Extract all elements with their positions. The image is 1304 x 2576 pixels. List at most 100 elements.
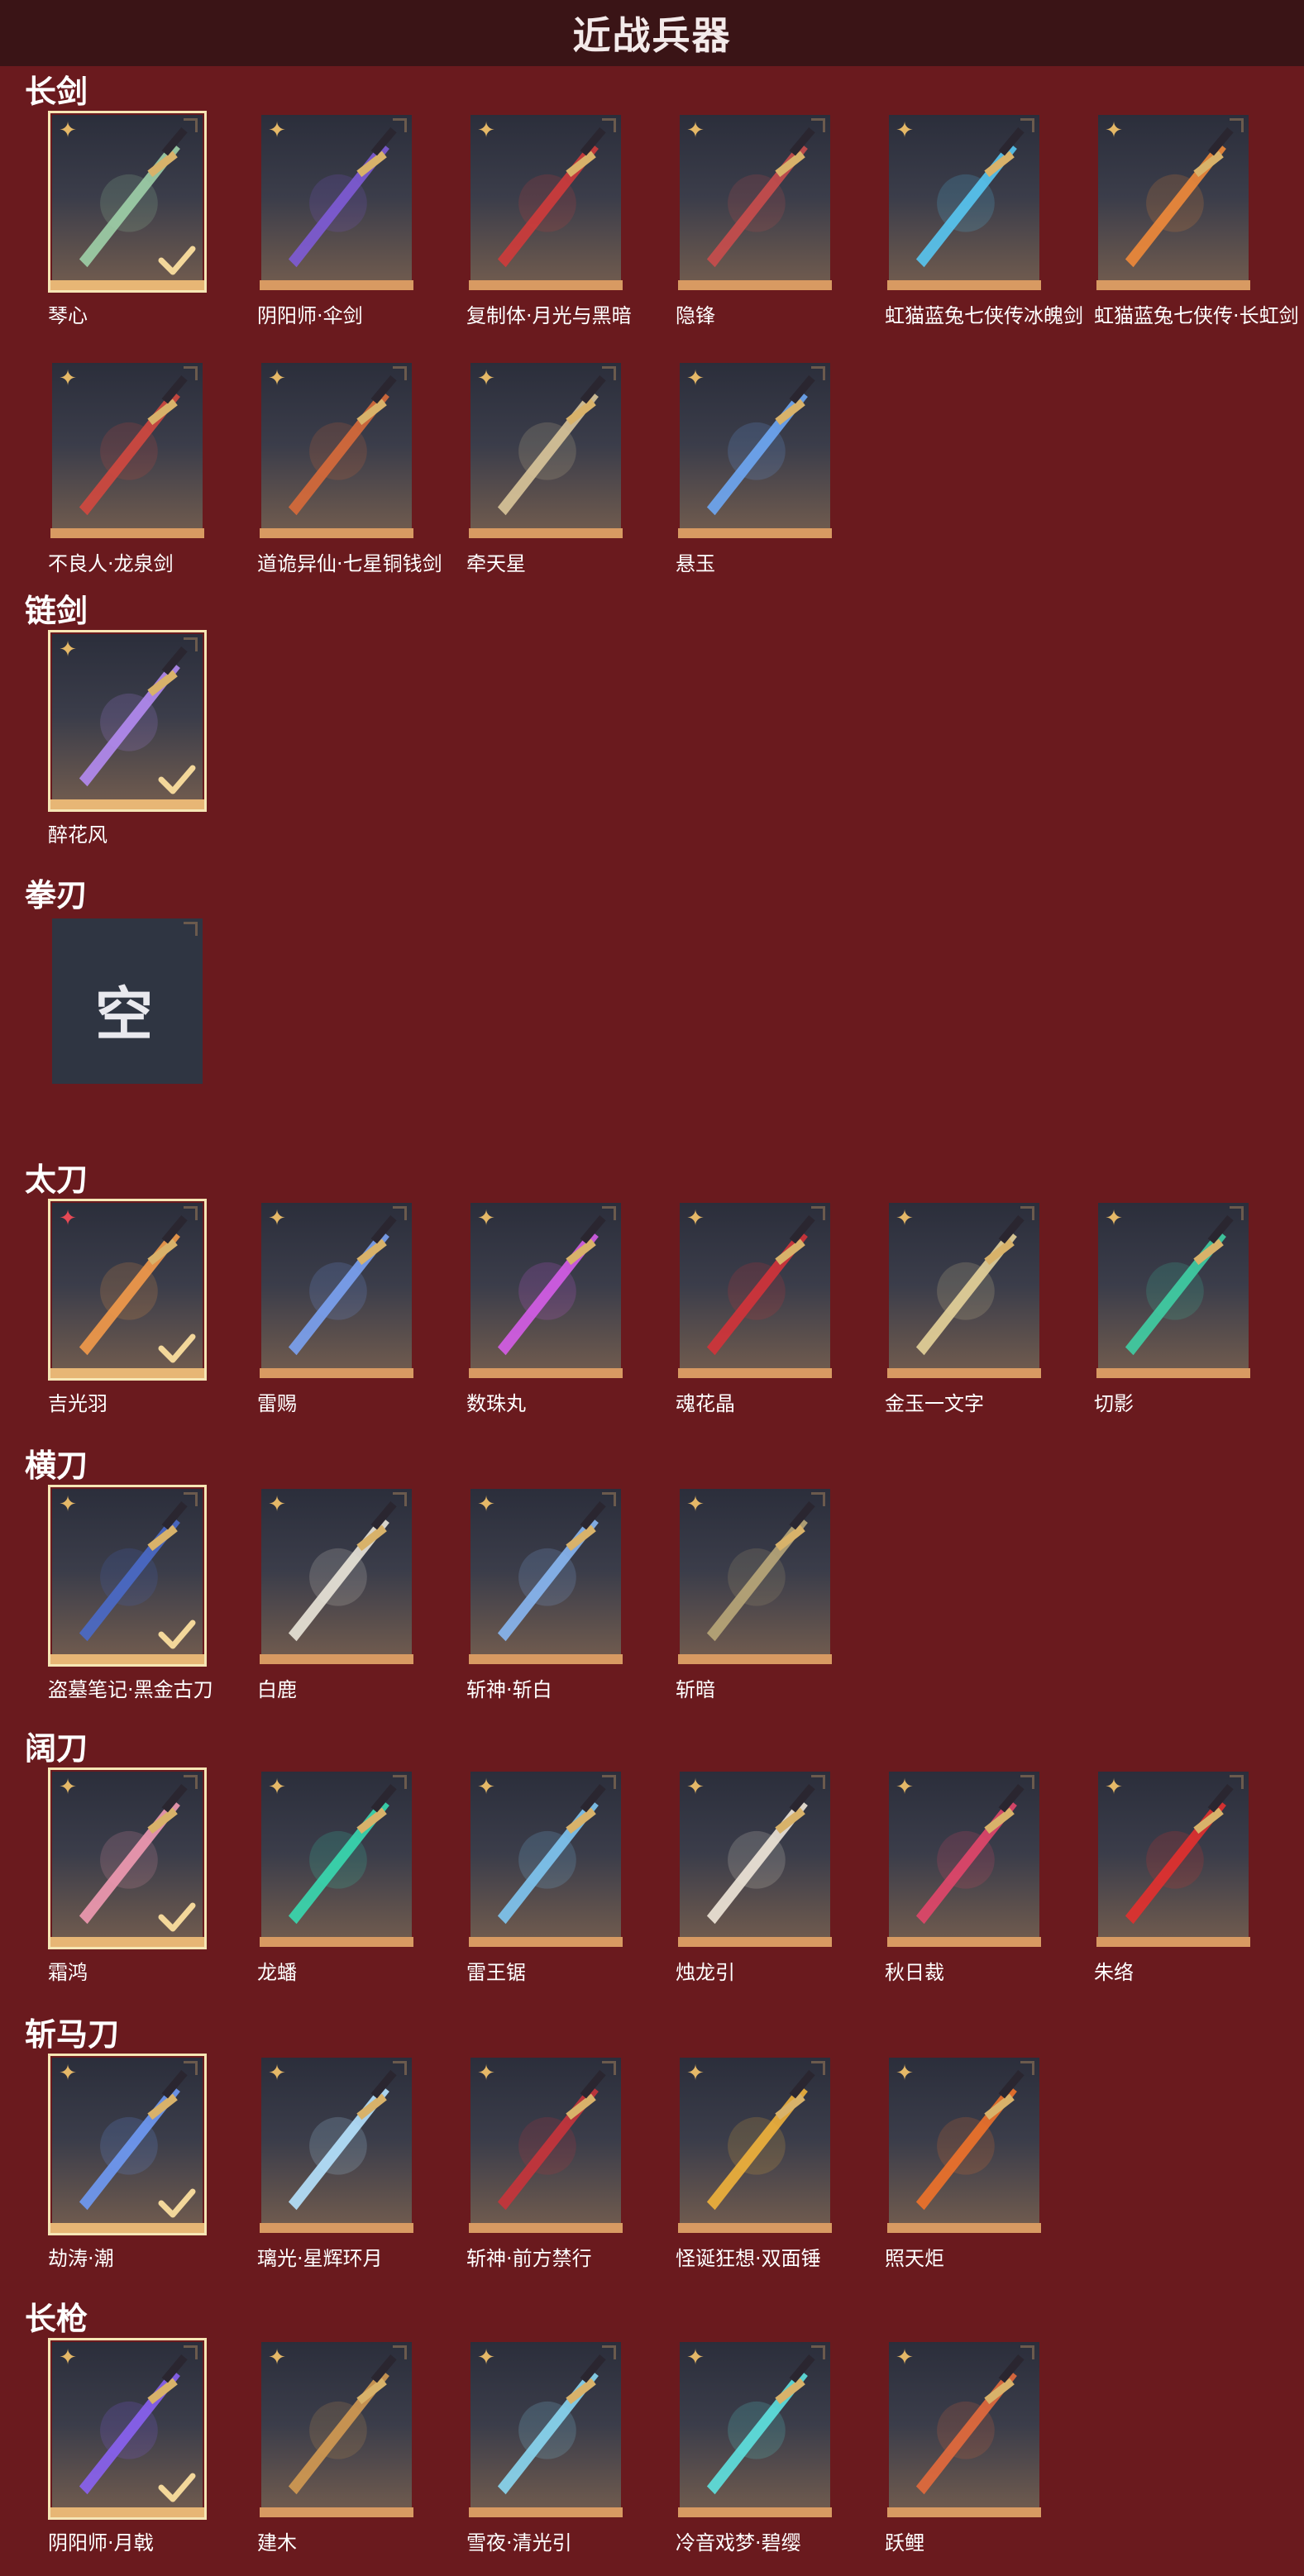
weapon-card[interactable]: ✦ 璃光·星辉环月	[257, 2054, 419, 2277]
weapon-card[interactable]: ✦ 琴心	[48, 111, 210, 334]
weapon-image: ✦	[1098, 1203, 1249, 1368]
corner-mark-icon	[1230, 1775, 1244, 1789]
weapon-card[interactable]: ✦ 跃鲤	[885, 2338, 1047, 2561]
weapon-thumbnail: ✦	[48, 359, 207, 541]
weapon-card[interactable]: ✦ 虹猫蓝兔七侠传·长虹剑	[1094, 111, 1299, 334]
corner-mark-icon	[811, 1206, 825, 1220]
weapon-name: 隐锋	[676, 304, 715, 327]
weapon-image: ✦	[680, 2058, 830, 2223]
thumbnail-bar	[469, 2223, 623, 2233]
thumbnail-bar	[1096, 1368, 1250, 1378]
weapon-card[interactable]: ✦ 数珠丸	[466, 1199, 628, 1422]
weapon-card[interactable]: ✦ 秋日裁	[885, 1767, 1047, 1991]
weapon-image: ✦	[680, 1203, 830, 1368]
weapon-card[interactable]: ✦ 吉光羽	[48, 1199, 210, 1422]
weapon-thumbnail: ✦	[1094, 1199, 1253, 1381]
corner-mark-icon	[1020, 1775, 1034, 1789]
weapon-card[interactable]: ✦ 切影	[1094, 1199, 1256, 1422]
corner-mark-icon	[602, 1775, 616, 1789]
weapon-card[interactable]: ✦ 怪诞狂想·双面锤	[676, 2054, 838, 2277]
thumbnail-bar	[260, 2507, 413, 2517]
corner-mark-icon	[811, 366, 825, 380]
weapon-card[interactable]: ✦ 雪夜·清光引	[466, 2338, 628, 2561]
weapon-name: 金玉一文字	[885, 1392, 984, 1415]
weapon-image: ✦	[261, 2342, 412, 2507]
thumbnail-bar	[469, 280, 623, 290]
weapon-image: ✦	[889, 2058, 1039, 2223]
gold-star-icon: ✦	[59, 118, 77, 143]
weapon-card[interactable]: ✦ 建木	[257, 2338, 419, 2561]
section-lianjian: 链剑 ✦ 醉花风	[0, 585, 1304, 847]
top-bar: 近战兵器	[0, 0, 1304, 66]
weapon-thumbnail: ✦	[676, 1485, 834, 1667]
gold-star-icon: ✦	[1105, 1775, 1123, 1800]
weapon-card[interactable]: ✦ 霜鸿	[48, 1767, 210, 1991]
thumbnail-bar	[50, 280, 204, 290]
gold-star-icon: ✦	[1105, 1206, 1123, 1231]
thumbnail-bar	[678, 2223, 832, 2233]
weapon-card[interactable]: ✦ 雷王锯	[466, 1767, 628, 1991]
weapon-card[interactable]: ✦ 虹猫蓝兔七侠传冰魄剑	[885, 111, 1083, 334]
weapon-name: 道诡异仙·七星铜钱剑	[257, 552, 442, 575]
weapon-thumbnail: ✦	[1094, 111, 1253, 293]
corner-mark-icon	[811, 118, 825, 132]
weapon-card[interactable]: ✦ 白鹿	[257, 1485, 419, 1708]
weapon-card[interactable]: ✦ 金玉一文字	[885, 1199, 1047, 1422]
weapon-card[interactable]: ✦ 冷音戏梦·碧缨	[676, 2338, 838, 2561]
weapon-card[interactable]: ✦ 斩神·斩白	[466, 1485, 628, 1708]
weapon-card[interactable]: ✦ 朱络	[1094, 1767, 1256, 1991]
weapon-card[interactable]: ✦ 复制体·月光与黑暗	[466, 111, 632, 334]
corner-mark-icon	[393, 1492, 407, 1506]
thumbnail-bar	[1096, 280, 1250, 290]
corner-mark-icon	[393, 1206, 407, 1220]
weapon-card[interactable]: ✦ 盗墓笔记·黑金古刀	[48, 1485, 213, 1708]
weapon-thumbnail: ✦	[466, 2054, 625, 2235]
weapon-card[interactable]: ✦ 牵天星	[466, 359, 628, 582]
gold-star-icon: ✦	[686, 366, 705, 391]
weapon-name: 跃鲤	[885, 2531, 924, 2555]
weapon-card[interactable]: ✦ 道诡异仙·七星铜钱剑	[257, 359, 442, 582]
thumbnail-bar	[887, 1368, 1041, 1378]
weapon-card[interactable]: ✦ 龙蟠	[257, 1767, 419, 1991]
weapon-card[interactable]: ✦ 劫涛·潮	[48, 2054, 210, 2277]
weapon-thumbnail: ✦	[48, 1199, 207, 1381]
weapon-card[interactable]: ✦ 斩神·前方禁行	[466, 2054, 628, 2277]
gold-star-icon: ✦	[686, 1492, 705, 1517]
gold-star-icon: ✦	[59, 2345, 77, 2370]
weapon-card[interactable]: ✦ 悬玉	[676, 359, 838, 582]
weapon-image: ✦	[680, 1489, 830, 1654]
weapon-name: 牵天星	[466, 552, 526, 575]
thumbnail-bar	[887, 2507, 1041, 2517]
weapon-card[interactable]: ✦ 阴阳师·伞剑	[257, 111, 419, 334]
weapon-card[interactable]: ✦ 不良人·龙泉剑	[48, 359, 210, 582]
section-hengdao: 横刀 ✦ 盗墓笔记·黑金古刀 ✦ 白鹿 ✦ 斩神·斩白 ✦ 斩暗	[0, 1440, 1304, 1701]
weapon-card[interactable]: ✦ 阴阳师·月戟	[48, 2338, 210, 2561]
thumbnail-bar	[469, 2507, 623, 2517]
weapon-thumbnail: ✦	[466, 1767, 625, 1949]
empty-slot[interactable]: 空	[48, 914, 210, 1138]
weapon-card[interactable]: ✦ 魂花晶	[676, 1199, 838, 1422]
thumbnail-bar	[469, 1368, 623, 1378]
weapon-name: 照天炬	[885, 2247, 944, 2270]
section-zhanmadao: 斩马刀 ✦ 劫涛·潮 ✦ 璃光·星辉环月 ✦ 斩神·前方禁行 ✦ 怪诞狂想·双面锤 ✦ 照天炬	[0, 2009, 1304, 2270]
weapon-thumbnail: ✦	[466, 111, 625, 293]
weapon-thumbnail: ✦	[48, 2338, 207, 2520]
section-title: 阔刀	[25, 1730, 88, 1767]
weapon-thumbnail: ✦	[466, 1199, 625, 1381]
weapon-card[interactable]: ✦ 斩暗	[676, 1485, 838, 1708]
weapon-thumbnail: ✦	[885, 1199, 1044, 1381]
weapon-card[interactable]: ✦ 醉花风	[48, 630, 210, 853]
empty-text: 空	[95, 980, 153, 1048]
checkmark-icon	[158, 244, 196, 277]
weapon-card[interactable]: ✦ 隐锋	[676, 111, 838, 334]
gold-star-icon: ✦	[1105, 118, 1123, 143]
weapon-card[interactable]: ✦ 雷赐	[257, 1199, 419, 1422]
weapon-name: 怪诞狂想·双面锤	[676, 2247, 821, 2270]
weapon-image: ✦	[470, 1489, 621, 1654]
thumbnail-bar	[260, 280, 413, 290]
weapon-name: 劫涛·潮	[48, 2247, 114, 2270]
corner-mark-icon	[811, 2061, 825, 2075]
weapon-card[interactable]: ✦ 烛龙引	[676, 1767, 838, 1991]
weapon-card[interactable]: ✦ 照天炬	[885, 2054, 1047, 2277]
weapon-thumbnail: ✦	[885, 2054, 1044, 2235]
